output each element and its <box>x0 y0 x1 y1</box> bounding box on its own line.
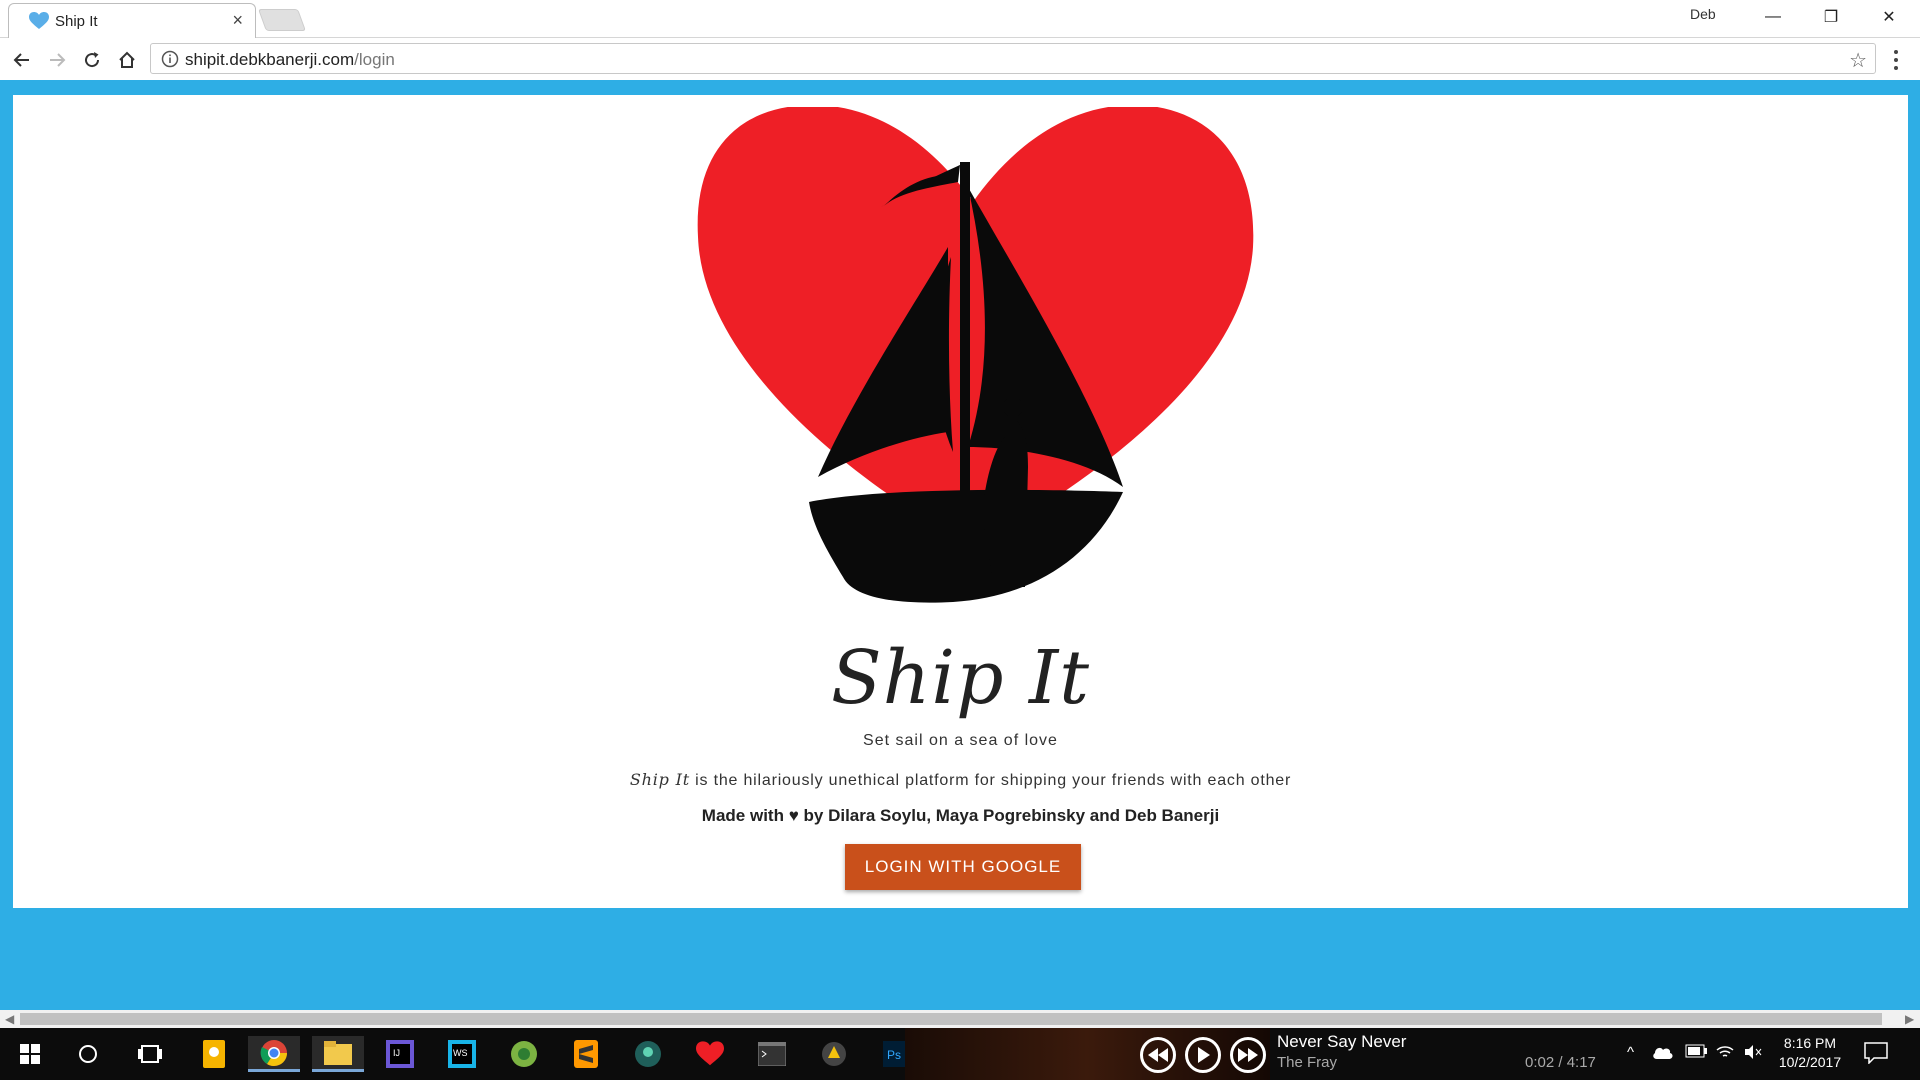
mast <box>960 162 970 507</box>
chrome-icon[interactable] <box>248 1036 300 1072</box>
play-icon[interactable] <box>1185 1037 1221 1073</box>
home-icon[interactable] <box>113 46 141 74</box>
url-text: shipit.debkbanerji.com/login <box>185 50 395 70</box>
tab-title: Ship It <box>55 13 98 30</box>
profile-badge[interactable]: Deb <box>1690 6 1716 22</box>
ship-heart-logo <box>697 107 1254 603</box>
show-hidden-icons-chevron[interactable]: ^ <box>1627 1044 1634 1061</box>
windows-start-icon[interactable] <box>12 1036 48 1072</box>
webstorm-icon[interactable]: WS <box>444 1036 480 1072</box>
browser-toolbar: shipit.debkbanerji.com/login ☆ <box>0 38 1920 80</box>
rewind-icon[interactable] <box>1140 1037 1176 1073</box>
battery-icon[interactable] <box>1685 1044 1707 1062</box>
android-studio-icon[interactable] <box>506 1036 542 1072</box>
browser-titlebar: Ship It × Deb — ❐ ✕ <box>0 0 1920 38</box>
file-explorer-icon[interactable] <box>312 1036 364 1072</box>
tab-ship-it[interactable]: Ship It × <box>8 3 256 38</box>
song-progress: 0:02 / 4:17 <box>1525 1054 1596 1071</box>
intellij-icon[interactable]: IJ <box>382 1036 418 1072</box>
reload-icon[interactable] <box>78 46 106 74</box>
tab-close-icon[interactable]: × <box>232 10 243 31</box>
heart-favicon-icon <box>29 12 49 29</box>
clock[interactable]: 8:16 PM 10/2/2017 <box>1770 1034 1850 1072</box>
svg-text:Ps: Ps <box>887 1048 901 1062</box>
url-host: shipit.debkbanerji.com <box>185 50 355 69</box>
gitkraken-icon[interactable] <box>630 1036 666 1072</box>
unity-icon[interactable] <box>816 1036 852 1072</box>
new-tab-button[interactable] <box>257 9 307 31</box>
clock-date: 10/2/2017 <box>1778 1054 1842 1070</box>
scroll-right-icon[interactable]: ▶ <box>1905 1012 1914 1026</box>
close-window-icon[interactable]: ✕ <box>1860 0 1918 34</box>
description-app-name: Ship It <box>629 770 690 789</box>
horizontal-scrollbar[interactable]: ◀ ▶ <box>0 1010 1920 1028</box>
song-title: Never Say Never <box>1277 1032 1407 1051</box>
fast-forward-icon[interactable] <box>1230 1037 1266 1073</box>
description-text: is the hilariously unethical platform fo… <box>689 772 1292 789</box>
page-viewport: Ship It Set sail on a sea of love Ship I… <box>0 80 1920 1010</box>
heart-app-icon[interactable] <box>692 1036 728 1072</box>
minimize-icon[interactable]: — <box>1744 0 1802 34</box>
login-with-google-button[interactable]: LOGIN WITH GOOGLE <box>845 844 1081 890</box>
wifi-icon[interactable] <box>1716 1044 1734 1064</box>
heart-shape <box>697 107 1254 547</box>
scroll-left-icon[interactable]: ◀ <box>5 1012 14 1026</box>
back-icon[interactable] <box>8 46 36 74</box>
volume-muted-icon[interactable] <box>1744 1044 1762 1064</box>
cloud-upload-icon[interactable] <box>1652 1044 1674 1064</box>
login-card: Ship It Set sail on a sea of love Ship I… <box>13 95 1908 908</box>
tagline: Set sail on a sea of love <box>863 732 1058 749</box>
info-icon[interactable] <box>161 50 179 68</box>
search-icon[interactable] <box>70 1036 106 1072</box>
hull <box>809 489 1123 603</box>
action-center-icon[interactable] <box>1864 1042 1888 1064</box>
star-icon[interactable]: ☆ <box>1849 48 1867 73</box>
clock-time: 8:16 PM <box>1783 1035 1837 1051</box>
app-title: Ship It <box>831 635 1090 721</box>
description: Ship It is the hilariously unethical pla… <box>13 770 1908 790</box>
url-path: /login <box>354 50 395 69</box>
restore-icon[interactable]: ❐ <box>1802 0 1860 34</box>
svg-text:WS: WS <box>453 1048 468 1058</box>
sublime-text-icon[interactable] <box>568 1036 604 1072</box>
credits: Made with ♥ by Dilara Soylu, Maya Pogreb… <box>701 806 1220 825</box>
menu-icon[interactable] <box>1888 47 1904 73</box>
svg-text:IJ: IJ <box>393 1048 400 1058</box>
windows-taskbar: IJ WS Ps Never Say Never The Fray 0:02 /… <box>0 1028 1920 1080</box>
song-artist: The Fray <box>1277 1054 1338 1071</box>
scrollbar-thumb[interactable] <box>20 1013 1882 1025</box>
terminal-icon[interactable] <box>754 1036 790 1072</box>
keep-icon[interactable] <box>196 1036 232 1072</box>
forward-icon[interactable] <box>43 46 71 74</box>
task-view-icon[interactable] <box>132 1036 168 1072</box>
address-bar[interactable]: shipit.debkbanerji.com/login ☆ <box>150 43 1876 74</box>
